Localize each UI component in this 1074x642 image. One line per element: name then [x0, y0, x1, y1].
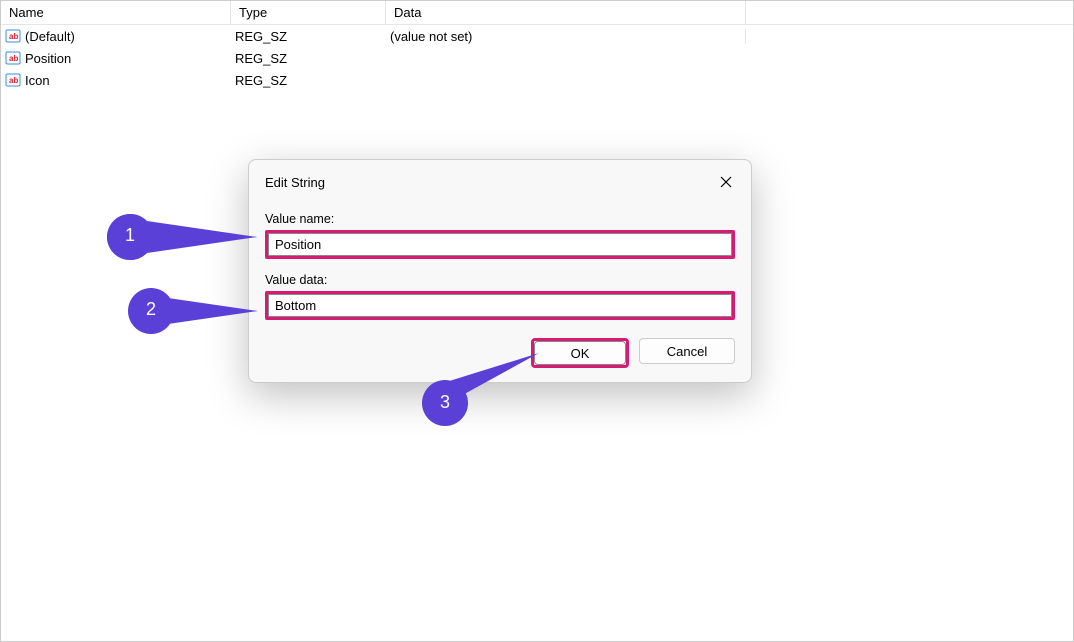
registry-listview: Name Type Data ab (Default) REG_SZ (valu… — [1, 1, 1073, 91]
callout-number: 1 — [110, 225, 150, 246]
callout-number: 3 — [425, 392, 465, 413]
callout-2: 2 — [128, 288, 258, 334]
value-name-highlight — [265, 230, 735, 259]
dialog-titlebar[interactable]: Edit String — [249, 160, 751, 202]
svg-text:ab: ab — [9, 32, 18, 41]
cancel-button[interactable]: Cancel — [639, 338, 735, 364]
reg-string-icon: ab — [5, 72, 21, 88]
value-name-label: Value name: — [265, 212, 735, 226]
dialog-title: Edit String — [265, 175, 325, 190]
value-data-input[interactable] — [268, 294, 732, 317]
value-name-input[interactable] — [268, 233, 732, 256]
row-type: REG_SZ — [235, 51, 287, 66]
svg-text:ab: ab — [9, 54, 18, 63]
value-data-highlight — [265, 291, 735, 320]
table-row[interactable]: ab Position REG_SZ — [1, 47, 1073, 69]
row-name: Icon — [25, 73, 50, 88]
reg-string-icon: ab — [5, 28, 21, 44]
column-header-name[interactable]: Name — [1, 1, 231, 24]
close-icon[interactable] — [711, 170, 741, 194]
callout-number: 2 — [131, 299, 171, 320]
callout-1: 1 — [107, 214, 257, 260]
row-data: (value not set) — [390, 29, 472, 44]
ok-button[interactable]: OK — [534, 341, 626, 365]
row-name: Position — [25, 51, 71, 66]
value-data-label: Value data: — [265, 273, 735, 287]
edit-string-dialog: Edit String Value name: Value data: OK C… — [248, 159, 752, 383]
reg-string-icon: ab — [5, 50, 21, 66]
column-headers: Name Type Data — [1, 1, 1073, 25]
table-row[interactable]: ab Icon REG_SZ — [1, 69, 1073, 91]
row-type: REG_SZ — [235, 73, 287, 88]
row-name: (Default) — [25, 29, 75, 44]
row-type: REG_SZ — [235, 29, 287, 44]
table-row[interactable]: ab (Default) REG_SZ (value not set) — [1, 25, 1073, 47]
column-header-data[interactable]: Data — [386, 1, 746, 24]
svg-text:ab: ab — [9, 76, 18, 85]
ok-button-highlight: OK — [531, 338, 629, 368]
column-header-type[interactable]: Type — [231, 1, 386, 24]
